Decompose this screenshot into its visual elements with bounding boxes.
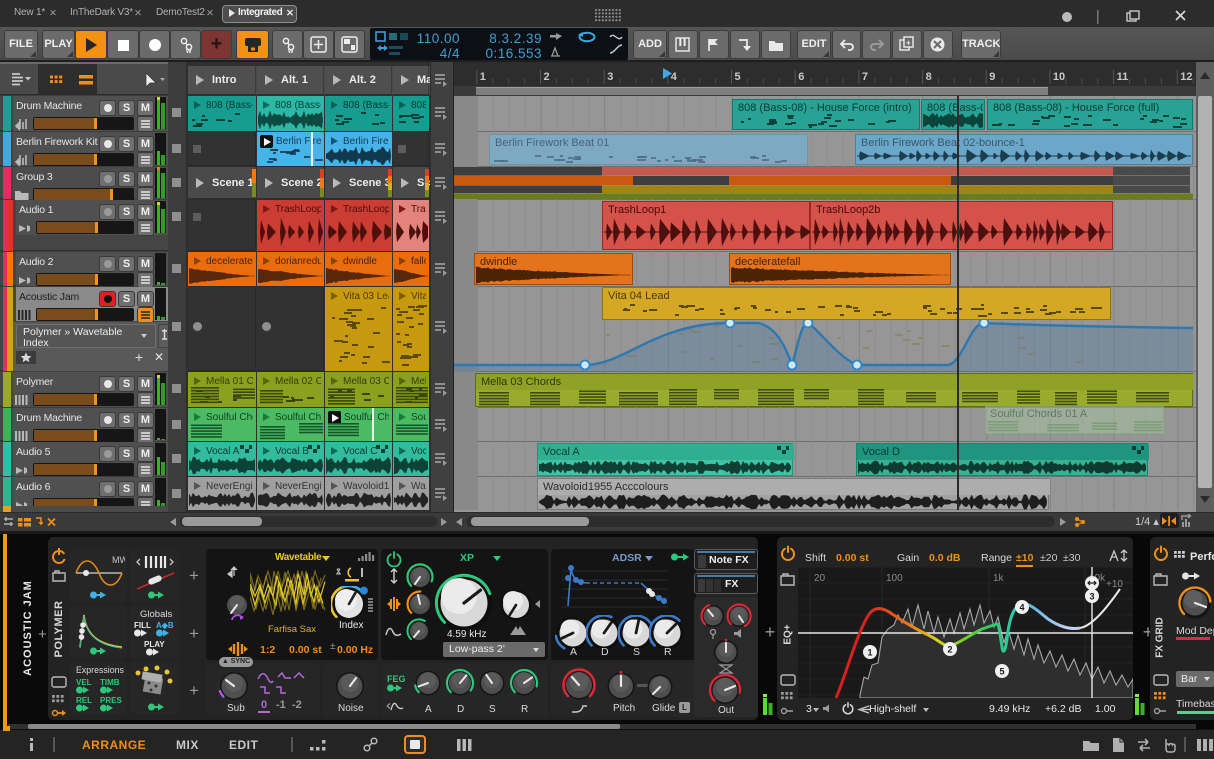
svg-text:+10: +10	[1106, 579, 1123, 590]
svg-text:11: 11	[1117, 71, 1129, 83]
svg-text:8: 8	[926, 71, 932, 83]
svg-text:2: 2	[544, 71, 550, 83]
svg-text:9: 9	[989, 71, 995, 83]
svg-text:7: 7	[862, 71, 868, 83]
svg-text:Expressions: Expressions	[76, 665, 125, 675]
svg-text:6: 6	[798, 71, 804, 83]
svg-text:FILL: FILL	[134, 621, 151, 630]
svg-text:MW: MW	[112, 555, 125, 565]
svg-text:+: +	[906, 39, 911, 48]
svg-text:100: 100	[886, 573, 903, 584]
svg-text:1: 1	[480, 71, 486, 83]
svg-text:w: w	[287, 48, 294, 54]
svg-text:3: 3	[607, 71, 613, 83]
svg-text:5: 5	[999, 667, 1004, 677]
svg-text:4: 4	[671, 71, 678, 83]
svg-text:5: 5	[735, 71, 741, 83]
svg-text:TIMB: TIMB	[100, 678, 120, 687]
svg-text:PLAY: PLAY	[144, 640, 165, 649]
svg-text:PRES: PRES	[100, 696, 122, 705]
svg-text:12: 12	[1180, 71, 1192, 83]
svg-text:1: 1	[867, 648, 872, 658]
svg-text:1k: 1k	[993, 573, 1005, 584]
svg-text:REL: REL	[76, 696, 92, 705]
svg-text:3: 3	[1089, 592, 1094, 602]
svg-text:Globals: Globals	[140, 609, 172, 620]
svg-text:w: w	[185, 48, 192, 54]
svg-text:10: 10	[1053, 71, 1065, 83]
svg-text:4: 4	[1019, 603, 1024, 613]
svg-text:20: 20	[814, 573, 826, 584]
svg-text:VEL: VEL	[76, 678, 92, 687]
svg-text:A◆B: A◆B	[156, 621, 174, 630]
svg-text:2: 2	[947, 645, 952, 655]
